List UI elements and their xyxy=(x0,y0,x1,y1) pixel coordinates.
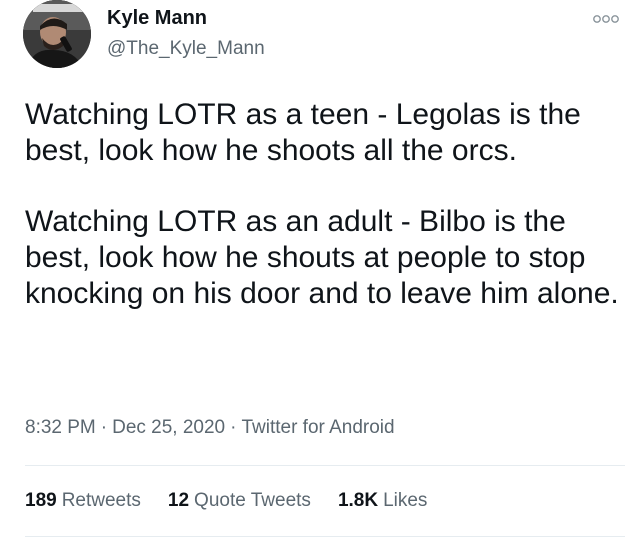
engagement-stats: 189 Retweets 12 Quote Tweets 1.8K Likes xyxy=(25,490,427,512)
likes-label: Likes xyxy=(383,490,428,511)
avatar[interactable] xyxy=(23,0,91,68)
separator: · xyxy=(230,417,237,438)
retweets-stat[interactable]: 189 Retweets xyxy=(25,490,141,512)
more-options-button[interactable] xyxy=(591,8,621,30)
display-name[interactable]: Kyle Mann xyxy=(107,7,207,30)
likes-count: 1.8K xyxy=(337,490,379,511)
divider xyxy=(25,536,625,537)
likes-stat[interactable]: 1.8K Likes xyxy=(338,490,428,512)
divider xyxy=(25,465,625,466)
quote-tweets-stat[interactable]: 12 Quote Tweets xyxy=(168,490,311,512)
retweets-count: 189 xyxy=(25,490,57,511)
more-options-icon xyxy=(593,15,619,23)
tweet-text: Watching LOTR as a teen - Legolas is the… xyxy=(25,97,625,312)
tweet-paragraph: Watching LOTR as a teen - Legolas is the… xyxy=(25,98,581,167)
user-avatar-photo xyxy=(23,0,91,68)
quote-tweets-label: Quote Tweets xyxy=(194,490,311,511)
tweet: Kyle Mann @The_Kyle_Mann Watching LOTR a… xyxy=(0,0,640,543)
retweets-label: Retweets xyxy=(61,490,141,511)
separator: · xyxy=(100,417,108,438)
quote-tweets-count: 12 xyxy=(167,490,190,511)
tweet-date[interactable]: Dec 25, 2020 xyxy=(112,417,225,438)
tweet-metadata: 8:32 PM · Dec 25, 2020 · Twitter for Android xyxy=(25,417,395,439)
tweet-paragraph: Watching LOTR as an adult - Bilbo is the… xyxy=(25,205,619,310)
tweet-time[interactable]: 8:32 PM xyxy=(25,417,96,438)
user-handle[interactable]: @The_Kyle_Mann xyxy=(107,38,265,60)
tweet-source[interactable]: Twitter for Android xyxy=(241,417,394,438)
